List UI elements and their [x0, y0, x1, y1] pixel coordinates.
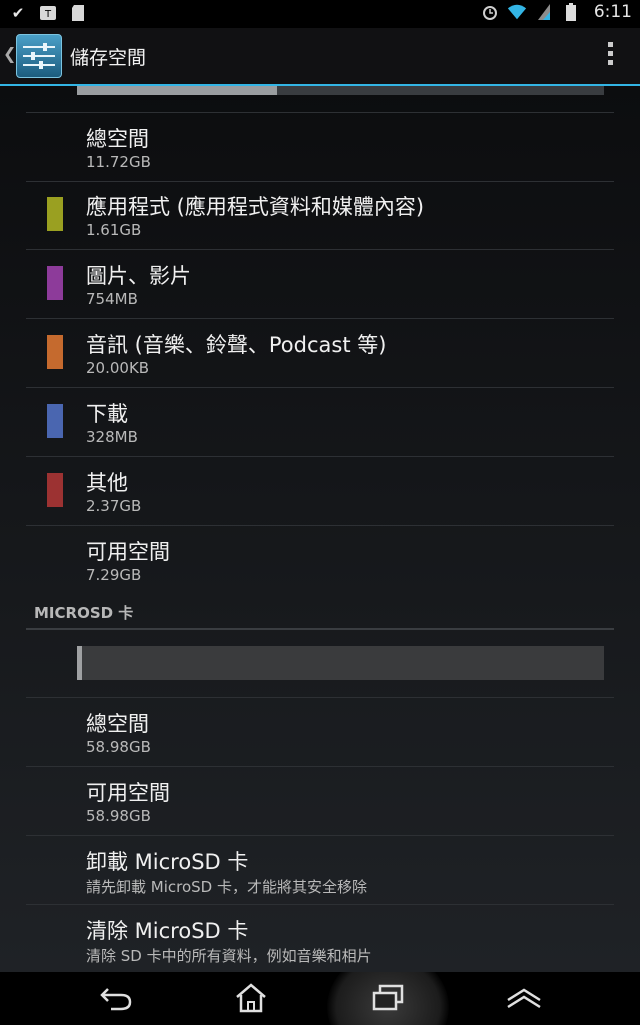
battery-icon	[561, 2, 581, 22]
erase-sd-button[interactable]: 清除 MicroSD 卡 清除 SD 卡中的所有資料，例如音樂和相片	[26, 905, 614, 972]
item-title: 總空間	[86, 712, 149, 736]
item-title: 圖片、影片	[86, 264, 191, 288]
color-swatch	[47, 335, 63, 369]
settings-sliders-icon[interactable]	[16, 34, 62, 78]
wifi-icon	[507, 2, 527, 22]
item-value: 1.61GB	[86, 221, 142, 239]
item-title: 音訊 (音樂、鈴聲、Podcast 等)	[86, 333, 387, 357]
item-title: 可用空間	[86, 540, 170, 564]
list-item-sd-total: 總空間 58.98GB	[26, 698, 614, 767]
clock: 6:11	[593, 2, 632, 22]
list-item-apps[interactable]: 應用程式 (應用程式資料和媒體內容) 1.61GB	[26, 181, 614, 250]
svg-text:T: T	[44, 9, 52, 20]
item-value: 11.72GB	[86, 153, 151, 171]
menu-up-icon[interactable]	[504, 982, 544, 1014]
item-title: 總空間	[86, 127, 149, 151]
item-value: 58.98GB	[86, 738, 151, 756]
color-swatch	[47, 197, 63, 231]
item-title: 清除 MicroSD 卡	[86, 919, 249, 943]
item-title: 應用程式 (應用程式資料和媒體內容)	[86, 195, 425, 219]
internal-usage-bar	[77, 86, 604, 95]
color-swatch	[47, 473, 63, 507]
storage-list[interactable]: 總空間 11.72GB 應用程式 (應用程式資料和媒體內容) 1.61GB 圖片…	[0, 86, 640, 972]
recent-apps-icon[interactable]	[368, 982, 408, 1014]
section-header-microsd: MICROSD 卡	[26, 600, 614, 630]
item-summary: 清除 SD 卡中的所有資料，例如音樂和相片	[86, 947, 372, 965]
item-value: 2.37GB	[86, 497, 142, 515]
item-value: 328MB	[86, 428, 138, 446]
list-item-downloads[interactable]: 下載 328MB	[26, 388, 614, 457]
item-value: 754MB	[86, 290, 138, 308]
page-title: 儲存空間	[70, 47, 147, 69]
item-title: 其他	[86, 471, 128, 495]
microsd-usage-bar	[77, 646, 604, 680]
sd-card-icon	[68, 3, 88, 23]
item-value: 20.00KB	[86, 359, 150, 377]
t-notification-icon: T	[38, 3, 58, 23]
up-caret-icon[interactable]: ❮	[3, 44, 16, 63]
item-summary: 請先卸載 MicroSD 卡，才能將其安全移除	[86, 878, 367, 896]
check-icon: ✔	[11, 4, 25, 22]
microsd-usage-row	[26, 630, 614, 698]
back-icon[interactable]	[96, 982, 136, 1014]
list-item-total-space: 總空間 11.72GB	[26, 112, 614, 182]
item-value: 58.98GB	[86, 807, 151, 825]
home-icon[interactable]	[231, 982, 271, 1014]
overflow-menu-icon[interactable]	[608, 42, 614, 68]
list-item-pictures-videos[interactable]: 圖片、影片 754MB	[26, 250, 614, 319]
navigation-bar	[0, 972, 640, 1025]
list-item-sd-available: 可用空間 58.98GB	[26, 767, 614, 836]
color-swatch	[47, 266, 63, 300]
item-title: 可用空間	[86, 781, 170, 805]
unmount-sd-button[interactable]: 卸載 MicroSD 卡 請先卸載 MicroSD 卡，才能將其安全移除	[26, 836, 614, 905]
item-title: 下載	[86, 402, 128, 426]
list-item-available: 可用空間 7.29GB	[26, 526, 614, 594]
status-bar: ✔ T 6:11	[0, 0, 640, 28]
item-title: 卸載 MicroSD 卡	[86, 850, 249, 874]
list-item-misc[interactable]: 其他 2.37GB	[26, 457, 614, 526]
section-title: MICROSD 卡	[34, 604, 134, 622]
alarm-icon	[480, 2, 500, 22]
color-swatch	[47, 404, 63, 438]
list-item-audio[interactable]: 音訊 (音樂、鈴聲、Podcast 等) 20.00KB	[26, 319, 614, 388]
action-bar: ❮ 儲存空間	[0, 28, 640, 86]
item-value: 7.29GB	[86, 566, 142, 584]
signal-icon	[534, 2, 554, 22]
